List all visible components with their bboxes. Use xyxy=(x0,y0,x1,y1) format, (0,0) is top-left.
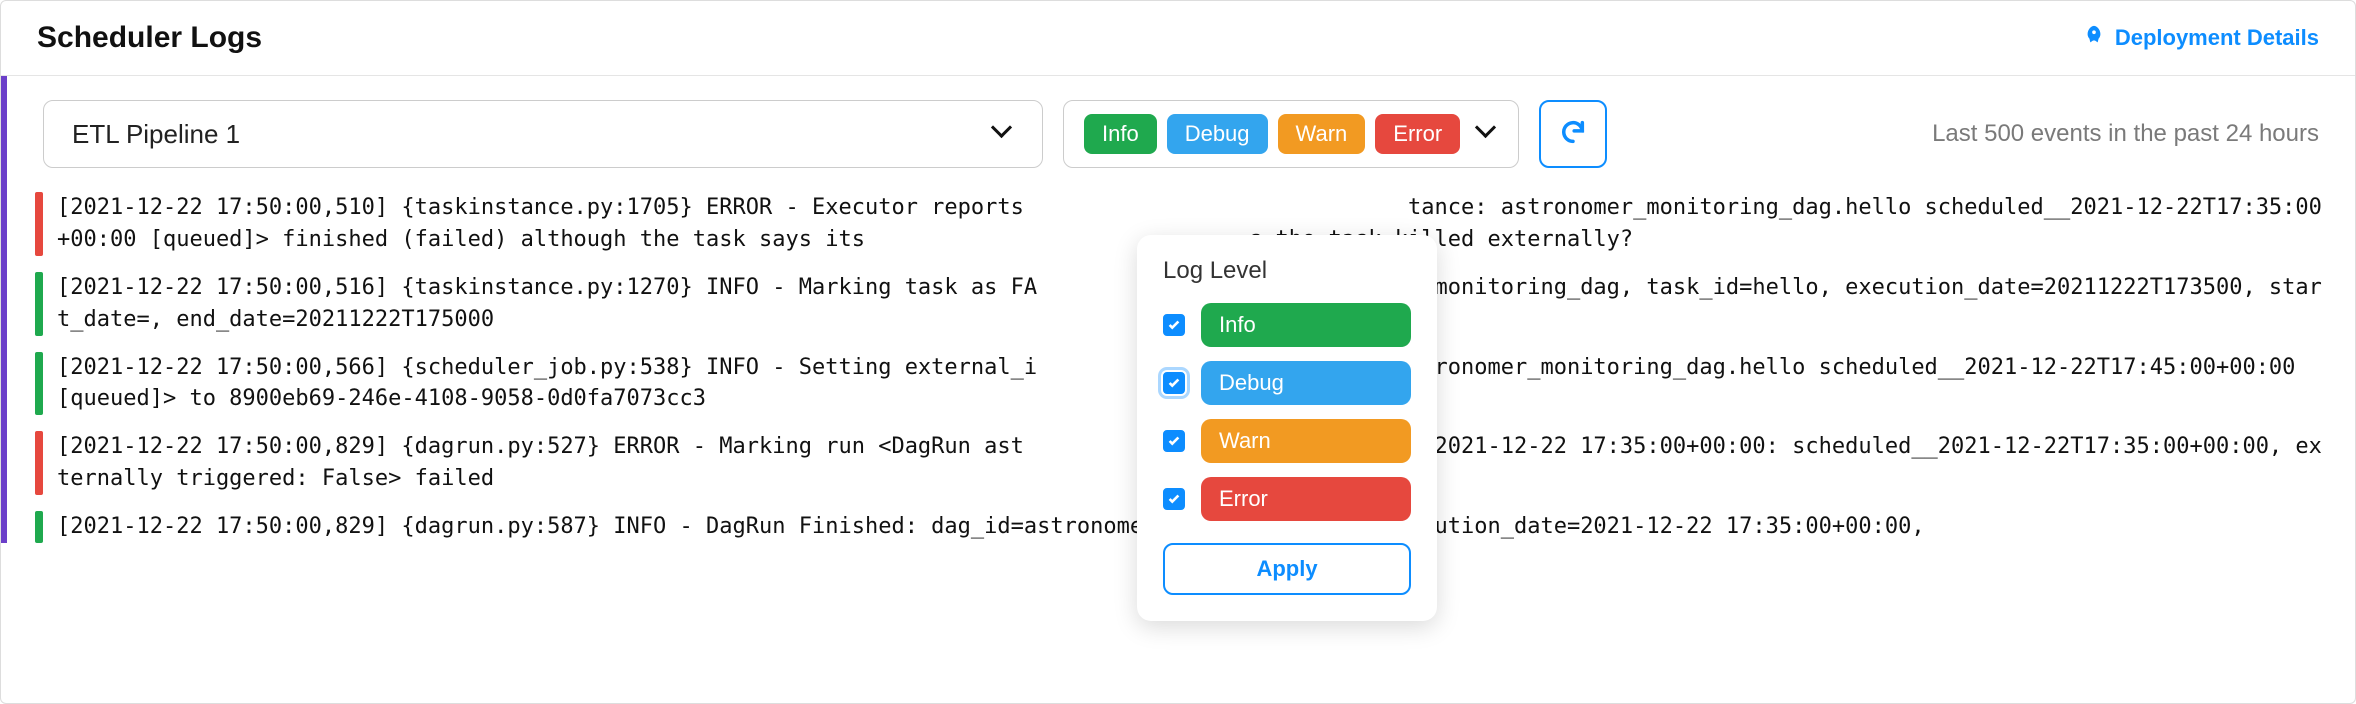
toolbar: ETL Pipeline 1 Info Debug Warn Error Las… xyxy=(1,76,2355,192)
popover-pill-debug: Debug xyxy=(1201,361,1411,405)
pipeline-select-value: ETL Pipeline 1 xyxy=(72,119,240,150)
log-level-popover: Log Level Info Debug Warn Error Apply xyxy=(1137,235,1437,621)
log-level-bar xyxy=(35,511,43,543)
refresh-icon xyxy=(1559,118,1587,151)
page-header: Scheduler Logs Deployment Details xyxy=(1,1,2355,76)
log-level-filter[interactable]: Info Debug Warn Error xyxy=(1063,100,1519,168)
rocket-icon xyxy=(2083,24,2105,52)
chevron-down-icon xyxy=(994,124,1014,144)
page-title: Scheduler Logs xyxy=(37,21,262,55)
log-level-bar xyxy=(35,272,43,336)
popover-option-debug[interactable]: Debug xyxy=(1163,361,1411,405)
log-level-bar xyxy=(35,192,43,256)
popover-option-warn[interactable]: Warn xyxy=(1163,419,1411,463)
level-pill-error: Error xyxy=(1375,114,1460,154)
checkbox-debug[interactable] xyxy=(1163,372,1185,394)
checkbox-error[interactable] xyxy=(1163,488,1185,510)
popover-pill-info: Info xyxy=(1201,303,1411,347)
pipeline-select[interactable]: ETL Pipeline 1 xyxy=(43,100,1043,168)
checkbox-info[interactable] xyxy=(1163,314,1185,336)
deployment-details-link[interactable]: Deployment Details xyxy=(2083,24,2319,52)
level-pill-warn: Warn xyxy=(1278,114,1366,154)
log-level-bar xyxy=(35,431,43,495)
popover-option-error[interactable]: Error xyxy=(1163,477,1411,521)
popover-pill-error: Error xyxy=(1201,477,1411,521)
checkbox-warn[interactable] xyxy=(1163,430,1185,452)
refresh-button[interactable] xyxy=(1539,100,1607,168)
events-hint: Last 500 events in the past 24 hours xyxy=(1932,120,2319,148)
popover-title: Log Level xyxy=(1163,257,1411,285)
deployment-details-label: Deployment Details xyxy=(2115,25,2319,51)
level-pill-info: Info xyxy=(1084,114,1157,154)
apply-button[interactable]: Apply xyxy=(1163,543,1411,595)
chevron-down-icon xyxy=(1478,124,1498,144)
popover-pill-warn: Warn xyxy=(1201,419,1411,463)
log-level-bar xyxy=(35,352,43,416)
level-pill-debug: Debug xyxy=(1167,114,1268,154)
popover-option-info[interactable]: Info xyxy=(1163,303,1411,347)
log-text: [2021-12-22 17:50:00,829] {dagrun.py:587… xyxy=(57,511,1925,543)
